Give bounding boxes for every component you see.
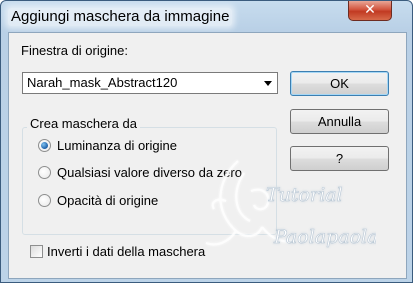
radio-label: Opacità di origine: [57, 193, 159, 208]
source-window-label: Finestra di origine:: [21, 43, 128, 58]
window-title: Aggiungi maschera da immagine: [8, 8, 233, 26]
close-icon: ✕: [364, 2, 376, 18]
dialog-client-area: Finestra di origine: Narah_mask_Abstract…: [8, 32, 407, 279]
dialog-window: Aggiungi maschera da immagine ✕ Finestra…: [0, 0, 413, 283]
close-button[interactable]: ✕: [348, 1, 392, 21]
cancel-button[interactable]: Annulla: [290, 109, 389, 134]
help-button[interactable]: ?: [290, 146, 389, 171]
radio-label: Qualsiasi valore diverso da zero: [57, 165, 242, 180]
radio-button[interactable]: [38, 194, 51, 207]
invert-mask-label: Inverti i dati della maschera: [47, 244, 206, 259]
ok-button[interactable]: OK: [290, 71, 389, 96]
mask-source-group-title: Crea maschera da: [27, 115, 140, 133]
source-window-value: Narah_mask_Abstract120: [27, 75, 178, 90]
radio-button[interactable]: [38, 166, 51, 179]
source-window-select[interactable]: Narah_mask_Abstract120: [22, 72, 278, 94]
radio-button-checked[interactable]: [38, 139, 51, 152]
chevron-down-icon[interactable]: [264, 81, 272, 86]
invert-mask-checkbox[interactable]: [30, 245, 43, 258]
radio-label: Luminanza di origine: [57, 138, 177, 153]
title-bar[interactable]: Aggiungi maschera da immagine ✕: [1, 1, 412, 32]
